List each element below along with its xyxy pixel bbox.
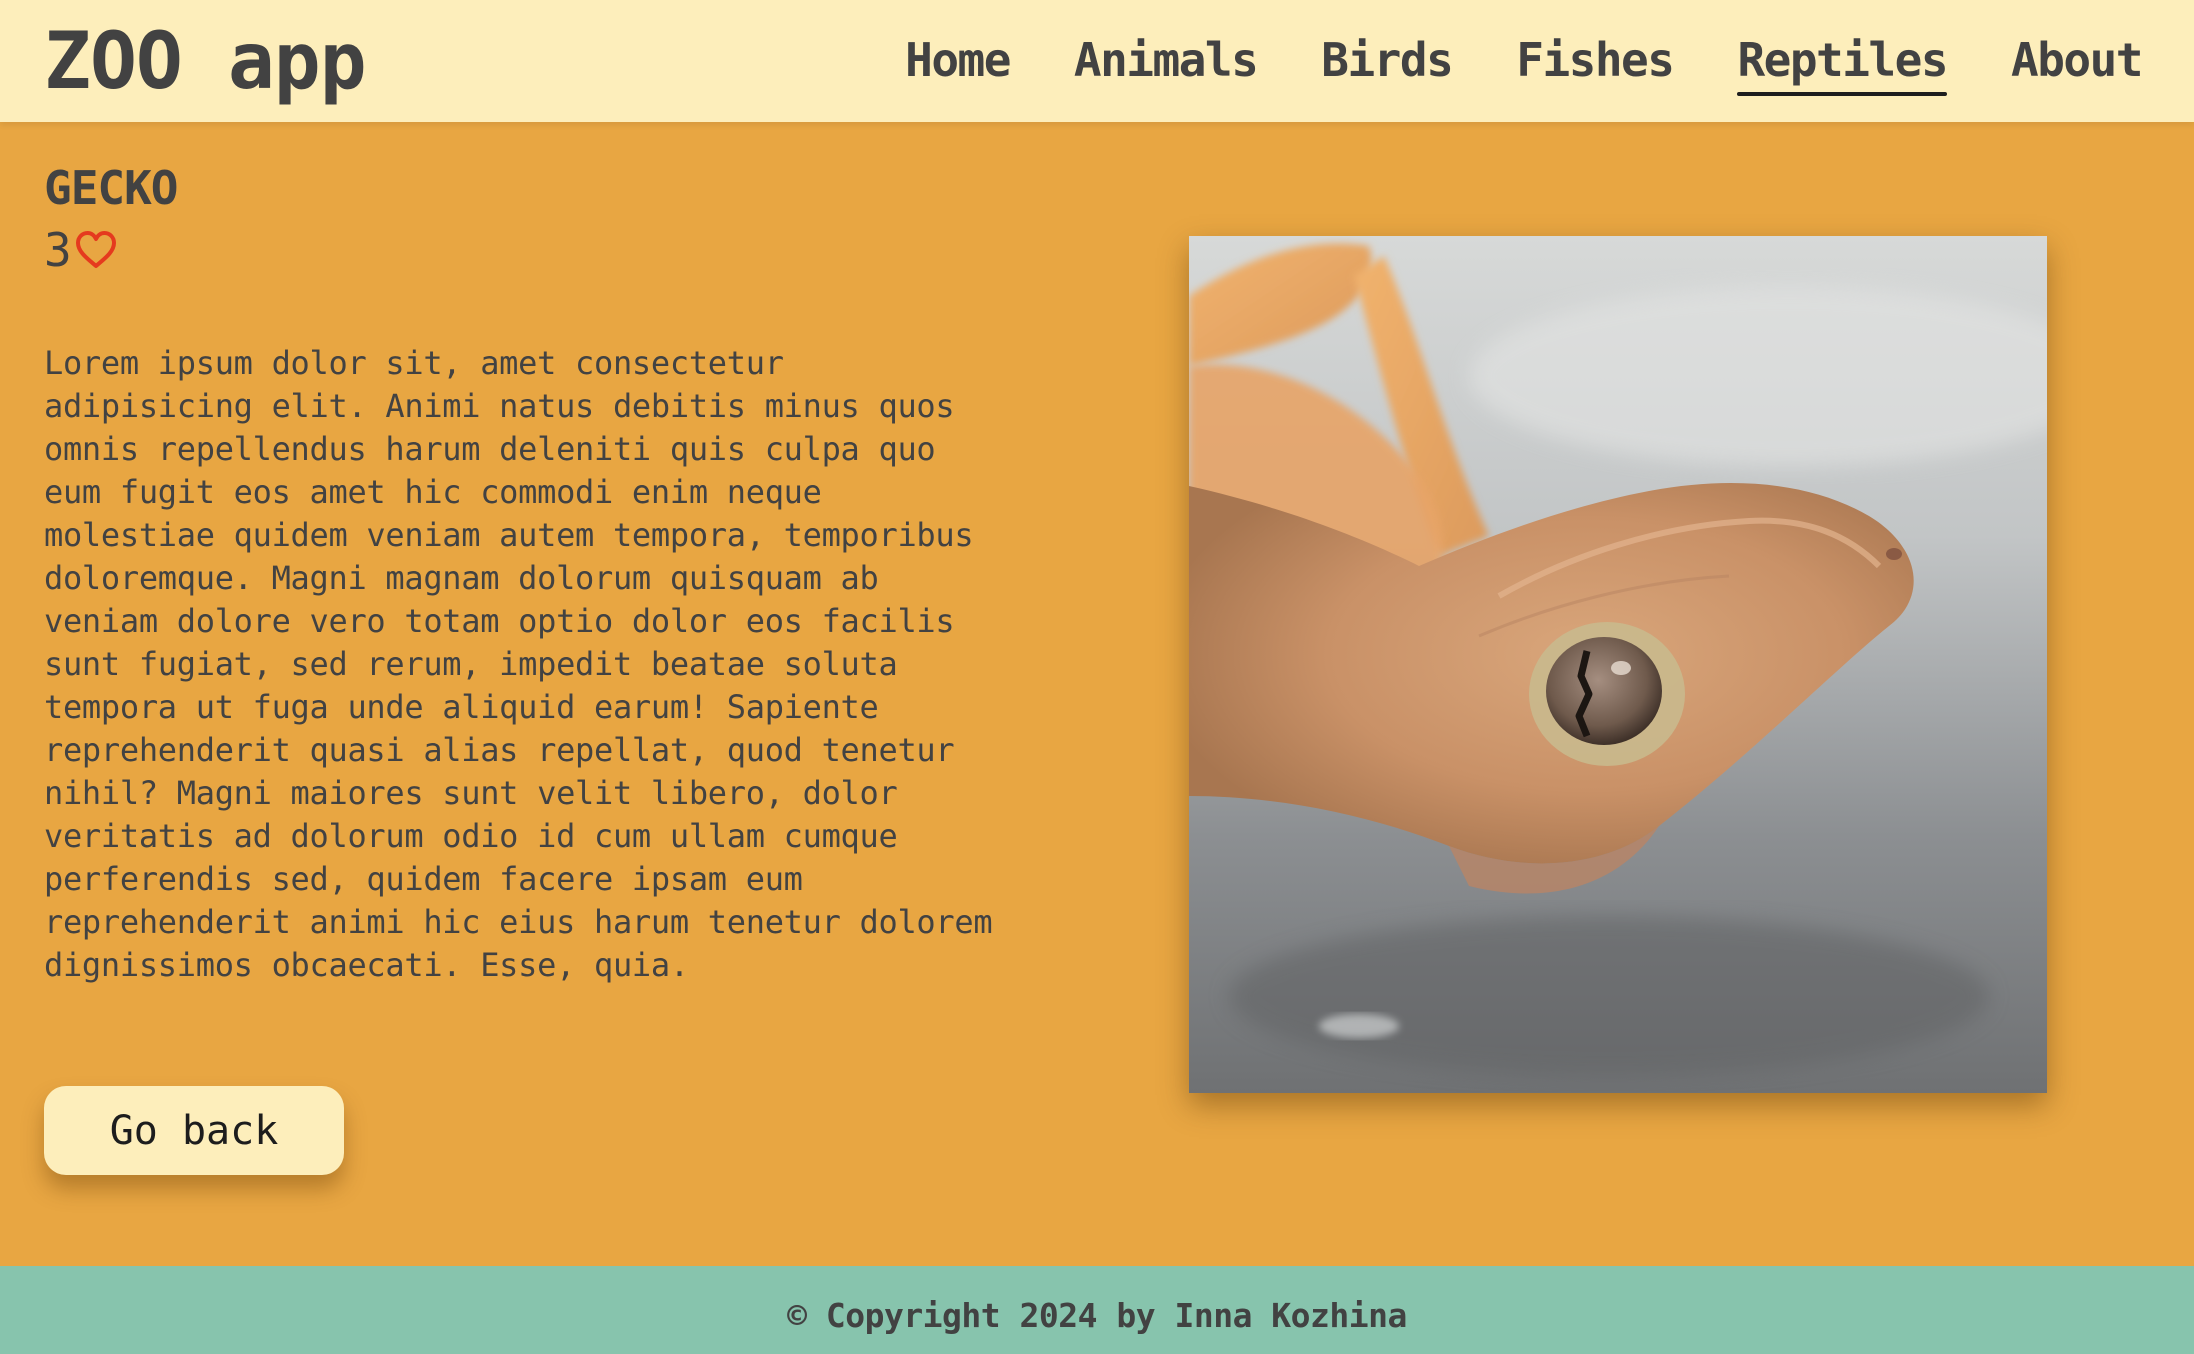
nav-reptiles[interactable]: Reptiles [1737, 30, 1949, 96]
animal-description: Lorem ipsum dolor sit, amet consectetur … [44, 344, 993, 984]
heart-outline-icon[interactable] [74, 230, 118, 270]
gecko-image [1189, 236, 2047, 1093]
likes-count: 3 [44, 223, 72, 277]
nav-home[interactable]: Home [905, 30, 1011, 90]
nav-fishes[interactable]: Fishes [1516, 30, 1675, 90]
main-nav: Home Animals Birds Fishes Reptiles About [905, 30, 2143, 96]
top-header: ZOO app Home Animals Birds Fishes Reptil… [0, 0, 2194, 122]
like-counter[interactable]: 3 [44, 222, 118, 278]
nav-about[interactable]: About [2011, 30, 2143, 90]
page-footer: © Copyright 2024 by Inna Kozhina [0, 1266, 2194, 1354]
animal-name: GECKO [44, 161, 178, 215]
nav-animals[interactable]: Animals [1074, 30, 1259, 90]
gecko-photo [1189, 236, 2047, 1093]
copyright-text: © Copyright 2024 by Inna Kozhina [787, 1296, 1407, 1335]
app-logo[interactable]: ZOO app [44, 12, 367, 112]
nav-birds[interactable]: Birds [1321, 30, 1453, 90]
go-back-button[interactable]: Go back [44, 1086, 344, 1175]
